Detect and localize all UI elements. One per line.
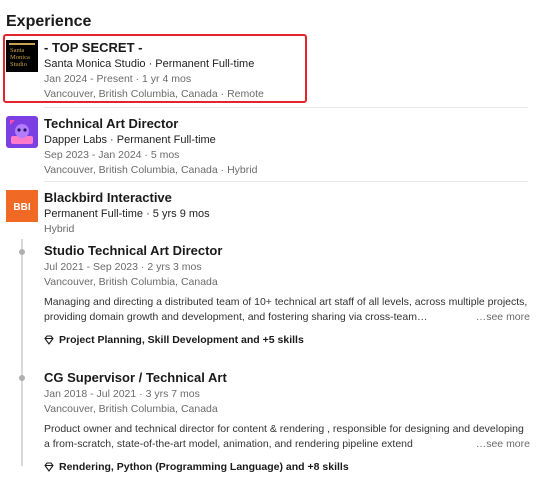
svg-text:BBI: BBI xyxy=(13,202,30,213)
divider xyxy=(44,181,528,182)
work-mode: Hybrid xyxy=(44,223,75,235)
job-title[interactable]: Technical Art Director xyxy=(44,116,257,132)
see-more-link[interactable]: …see more xyxy=(476,310,530,325)
job-company: Santa Monica Studio · Permanent Full-tim… xyxy=(44,58,255,70)
blackbird-logo[interactable]: BBI xyxy=(6,190,38,222)
role-description: Product owner and technical director for… xyxy=(44,422,530,452)
timeline-dot xyxy=(19,249,25,255)
job-entry-blackbird[interactable]: Blackbird Interactive Permanent Full-tim… xyxy=(44,190,210,236)
skills-row[interactable]: Rendering, Python (Programming Language)… xyxy=(44,461,530,473)
employment-summary: Permanent Full-time · 5 yrs 9 mos xyxy=(44,208,210,220)
experience-section: Experience Santa Monica Studio - TOP SEC… xyxy=(0,0,550,484)
role-entry-cg-supervisor[interactable]: CG Supervisor / Technical Art Jan 2018 -… xyxy=(44,370,530,473)
job-dates: Sep 2023 - Jan 2024 · 5 mos xyxy=(44,149,180,161)
svg-text:Santa: Santa xyxy=(10,47,25,54)
skills-text: Rendering, Python (Programming Language)… xyxy=(59,461,349,473)
timeline-line xyxy=(21,366,23,466)
santa-monica-logo[interactable]: Santa Monica Studio xyxy=(6,40,38,72)
role-entry-studio-tad[interactable]: Studio Technical Art Director Jul 2021 -… xyxy=(44,243,530,346)
job-location: Vancouver, British Columbia, Canada · Re… xyxy=(44,88,264,100)
role-dates: Jul 2021 - Sep 2023 · 2 yrs 3 mos xyxy=(44,261,202,273)
job-location: Vancouver, British Columbia, Canada · Hy… xyxy=(44,164,258,176)
skills-text: Project Planning, Skill Development and … xyxy=(59,334,304,346)
svg-text:Studio: Studio xyxy=(10,61,27,68)
job-entry-santa-monica[interactable]: - TOP SECRET - Santa Monica Studio · Per… xyxy=(44,40,264,101)
skills-row[interactable]: Project Planning, Skill Development and … xyxy=(44,334,530,346)
timeline-dot xyxy=(19,375,25,381)
section-heading: Experience xyxy=(6,13,92,30)
job-dates: Jan 2024 - Present · 1 yr 4 mos xyxy=(44,73,192,85)
job-title[interactable]: - TOP SECRET - xyxy=(44,40,264,56)
company-name[interactable]: Blackbird Interactive xyxy=(44,190,210,206)
divider xyxy=(44,107,528,108)
job-company: Dapper Labs · Permanent Full-time xyxy=(44,134,216,146)
role-location: Vancouver, British Columbia, Canada xyxy=(44,276,218,288)
role-title[interactable]: CG Supervisor / Technical Art xyxy=(44,370,530,386)
description-text: Product owner and technical director for… xyxy=(44,423,524,450)
description-text: Managing and directing a distributed tea… xyxy=(44,296,528,323)
role-location: Vancouver, British Columbia, Canada xyxy=(44,403,218,415)
job-entry-dapper-labs[interactable]: Technical Art Director Dapper Labs · Per… xyxy=(44,116,257,177)
svg-text:Monica: Monica xyxy=(10,54,30,61)
role-title[interactable]: Studio Technical Art Director xyxy=(44,243,530,259)
see-more-link[interactable]: …see more xyxy=(476,437,530,452)
dapper-labs-logo[interactable] xyxy=(6,116,38,148)
role-description: Managing and directing a distributed tea… xyxy=(44,295,530,325)
role-dates: Jan 2018 - Jul 2021 · 3 yrs 7 mos xyxy=(44,388,200,400)
diamond-skill-icon xyxy=(44,335,54,345)
timeline-line xyxy=(21,239,23,366)
diamond-skill-icon xyxy=(44,462,54,472)
